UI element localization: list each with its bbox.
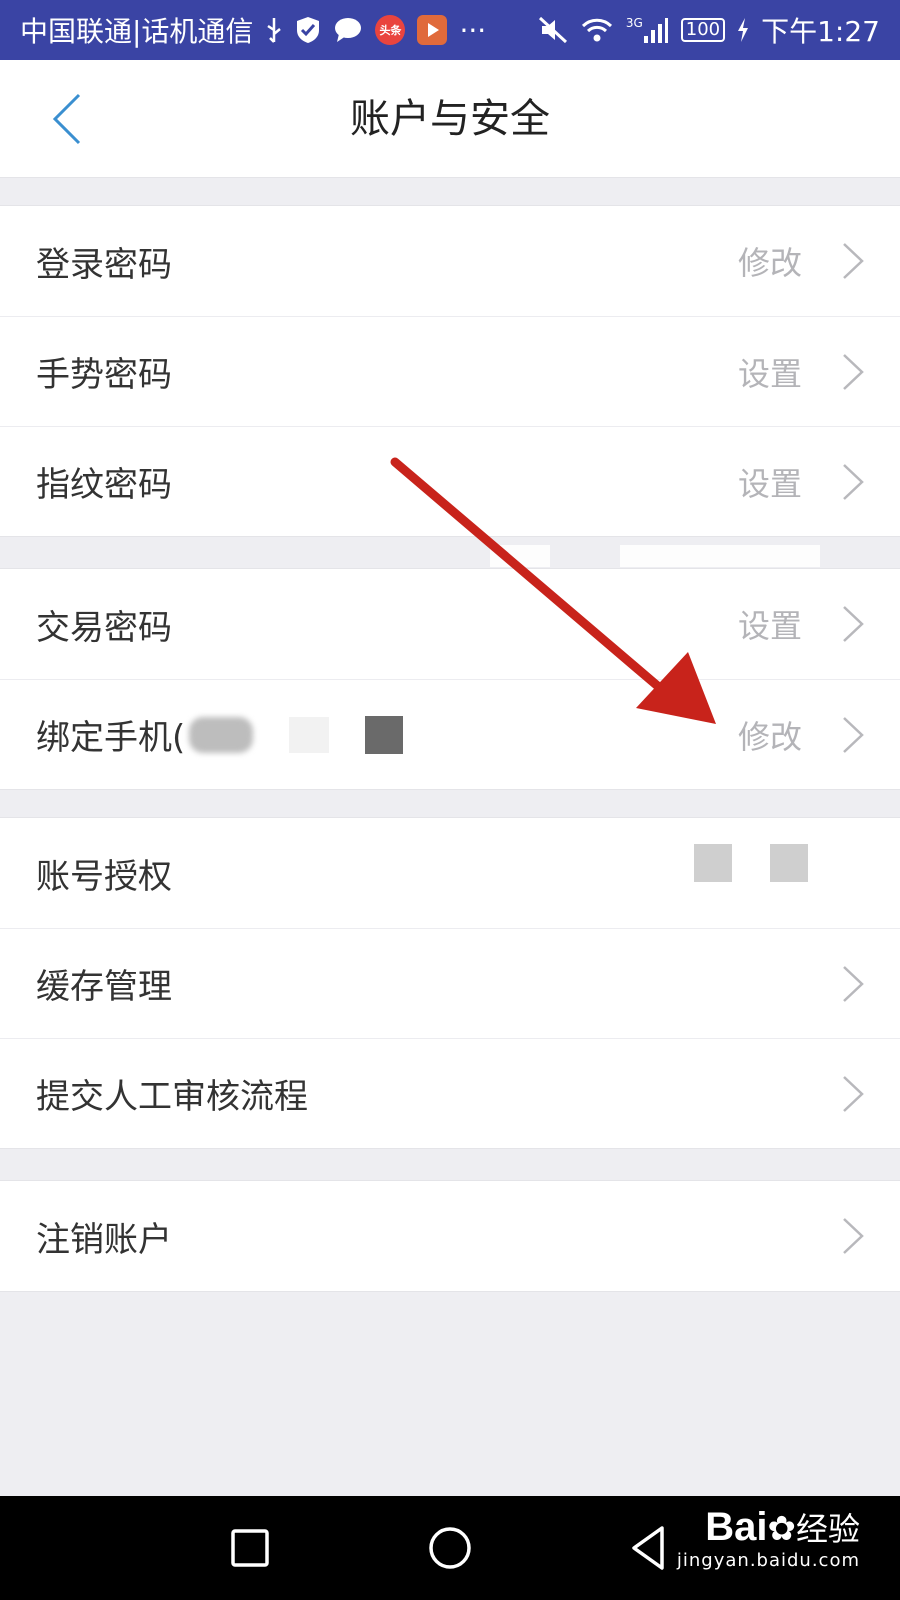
network-type: 3G [625, 16, 643, 30]
row-label: 登录密码 [36, 244, 172, 285]
row-manual-review[interactable]: 提交人工审核流程 [0, 1038, 900, 1148]
redacted-phone-blur [189, 716, 254, 753]
settings-group-trade-phone: 交易密码 设置 绑定手机( 修改 [0, 568, 900, 790]
row-gesture-password[interactable]: 手势密码 设置 [0, 316, 900, 426]
chevron-right-icon [843, 606, 864, 642]
row-label: 账号授权 [36, 856, 172, 897]
chevron-right-icon [843, 717, 864, 753]
settings-group-cancel: 注销账户 [0, 1180, 900, 1292]
row-action: 设置 [737, 464, 802, 503]
watermark-url: jingyan.baidu.com [676, 1550, 860, 1571]
settings-group-account: 账号授权 缓存管理 提交人工审核流程 [0, 817, 900, 1149]
toutiao-app-icon: 头条 [375, 15, 406, 45]
signal-icon: 3G [626, 16, 669, 44]
row-action: 设置 [737, 607, 802, 645]
chevron-right-icon [843, 354, 864, 390]
row-label: 指纹密码 [36, 465, 172, 505]
row-cache-management[interactable]: 缓存管理 [0, 928, 900, 1038]
page-title: 账户与安全 [350, 96, 550, 142]
chevron-right-icon [843, 1218, 864, 1254]
baidu-watermark: Bai✿经验 jingyan.baidu.com [677, 1504, 860, 1571]
row-bind-phone[interactable]: 绑定手机( 修改 [0, 679, 900, 789]
back-icon[interactable] [618, 1516, 682, 1580]
redaction-smear [620, 545, 820, 567]
video-app-icon [417, 15, 448, 45]
home-icon[interactable] [418, 1516, 482, 1580]
row-trade-password[interactable]: 交易密码 设置 [0, 569, 900, 679]
row-label: 注销账户 [36, 1219, 172, 1260]
redacted-block [770, 844, 808, 882]
status-left: 中国联通|话机通信 头条 ··· [20, 10, 486, 50]
row-action: 设置 [737, 354, 802, 393]
settings-group-passwords: 登录密码 修改 手势密码 设置 指纹密码 设置 [0, 205, 900, 537]
shield-check-icon [295, 15, 321, 45]
mute-icon [538, 16, 568, 44]
status-bar: 中国联通|话机通信 头条 ··· 3G 100 下午1:27 [0, 0, 900, 60]
row-label: 提交人工审核流程 [36, 1077, 308, 1117]
row-label: 交易密码 [36, 607, 172, 648]
bind-phone-label: 绑定手机( [36, 718, 186, 758]
row-fingerprint-password[interactable]: 指纹密码 设置 [0, 426, 900, 536]
wifi-icon [580, 16, 614, 44]
back-button[interactable] [36, 88, 96, 150]
row-label: 手势密码 [36, 355, 172, 395]
row-account-authorization[interactable]: 账号授权 [0, 818, 900, 928]
watermark-logo: Bai [705, 1505, 768, 1549]
recent-apps-icon[interactable] [218, 1516, 282, 1580]
redacted-blocks [694, 844, 808, 882]
redacted-phone-blur [289, 716, 330, 753]
paw-icon: ✿ [767, 1509, 796, 1549]
redaction-smear [490, 545, 550, 567]
chevron-right-icon [843, 1076, 864, 1112]
redacted-phone-block [365, 715, 404, 754]
row-action: 修改 [737, 717, 802, 756]
clock: 下午1:27 [761, 15, 880, 48]
row-label: 绑定手机( [36, 710, 404, 759]
battery-icon: 100 [680, 18, 726, 42]
chevron-right-icon [843, 464, 864, 500]
row-action: 修改 [737, 244, 802, 282]
system-nav-bar: Bai✿经验 jingyan.baidu.com [0, 1496, 900, 1600]
more-notifications-icon: ··· [459, 13, 487, 47]
usb-icon [265, 16, 283, 44]
row-label: 缓存管理 [36, 967, 172, 1007]
chat-bubble-icon [333, 16, 363, 44]
chevron-left-icon [52, 93, 81, 145]
row-cancel-account[interactable]: 注销账户 [0, 1181, 900, 1291]
row-login-password[interactable]: 登录密码 修改 [0, 206, 900, 316]
chevron-right-icon [843, 966, 864, 1002]
nav-bar: 账户与安全 [0, 60, 900, 178]
status-right: 3G 100 下午1:27 [538, 10, 880, 50]
watermark-suffix: 经验 [795, 1510, 860, 1548]
chevron-right-icon [843, 243, 864, 279]
redacted-block [694, 844, 732, 882]
charging-icon [737, 17, 749, 43]
carrier-text: 中国联通|话机通信 [20, 15, 254, 48]
